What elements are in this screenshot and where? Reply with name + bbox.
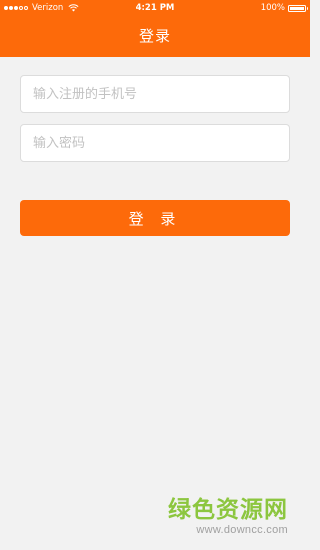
battery-percent: 100% xyxy=(260,3,285,13)
battery-fill xyxy=(290,6,304,10)
watermark-title: 绿色资源网 xyxy=(168,497,288,523)
password-input[interactable] xyxy=(20,124,290,162)
watermark-url: www.downcc.com xyxy=(196,524,288,536)
battery-icon xyxy=(288,4,308,12)
watermark-logo: 绿色资源网 www.downcc.com xyxy=(168,497,288,537)
status-bar: Verizon 4:21 PM 100% xyxy=(0,0,310,16)
phone-input[interactable] xyxy=(20,75,290,113)
app-header: Verizon 4:21 PM 100% 登录 xyxy=(0,0,310,57)
status-right: 100% xyxy=(260,0,308,16)
page-title: 登录 xyxy=(138,27,171,45)
login-button[interactable]: 登 录 xyxy=(20,200,290,236)
battery-tip xyxy=(306,7,308,10)
